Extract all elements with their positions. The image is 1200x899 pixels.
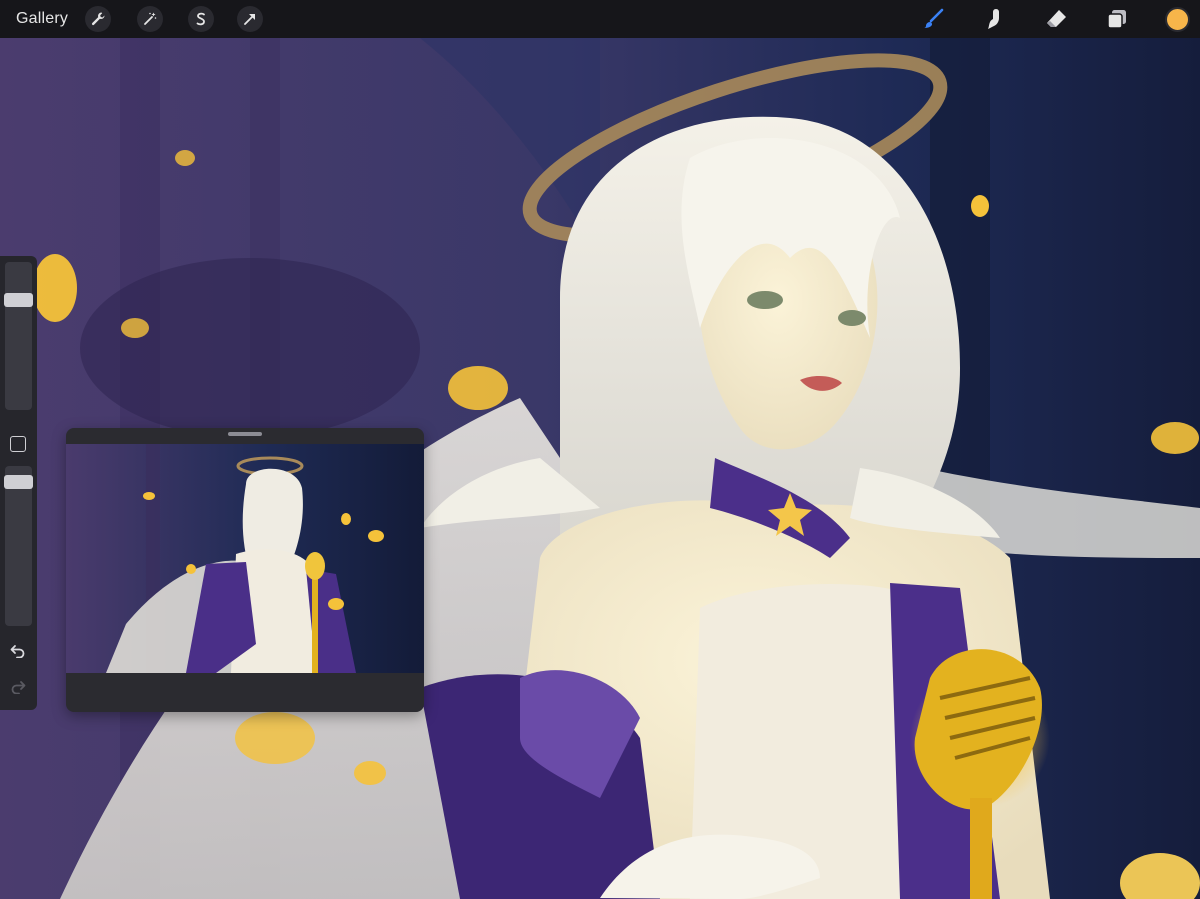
brush-size-thumb[interactable]: [4, 293, 33, 307]
color-picker-button[interactable]: [1165, 7, 1190, 32]
brush-opacity-thumb[interactable]: [4, 475, 33, 489]
magic-wand-icon: [144, 12, 157, 25]
brush-icon: [924, 8, 944, 28]
reference-window[interactable]: [66, 428, 424, 712]
reference-image: [66, 444, 424, 673]
brush-opacity-slider[interactable]: [4, 466, 33, 626]
selection-s-icon: [196, 12, 205, 26]
redo-button[interactable]: [8, 678, 28, 696]
smudge-tool-button[interactable]: [980, 5, 1008, 33]
redo-arrow-icon: [11, 681, 26, 694]
selection-button[interactable]: [188, 6, 214, 32]
undo-arrow-icon: [10, 645, 25, 658]
undo-button[interactable]: [8, 642, 28, 660]
brush-tool-button[interactable]: [919, 5, 947, 33]
top-toolbar: Gallery: [0, 0, 1200, 38]
adjustments-button[interactable]: [137, 6, 163, 32]
actions-button[interactable]: [85, 6, 111, 32]
smudge-icon: [988, 9, 999, 29]
modify-button[interactable]: [10, 436, 26, 452]
layers-icon: [1107, 10, 1126, 29]
procreate-app: Gallery: [0, 0, 1200, 899]
eraser-icon: [1047, 10, 1066, 27]
brush-sidebar: [0, 256, 37, 710]
transform-button[interactable]: [237, 6, 263, 32]
eraser-tool-button[interactable]: [1042, 5, 1070, 33]
wrench-icon: [91, 12, 105, 26]
reference-drag-handle[interactable]: [228, 432, 262, 436]
layers-button[interactable]: [1103, 5, 1131, 33]
gallery-button[interactable]: Gallery: [16, 10, 68, 28]
brush-size-slider[interactable]: [4, 262, 33, 410]
transform-arrow-icon: [244, 14, 255, 25]
